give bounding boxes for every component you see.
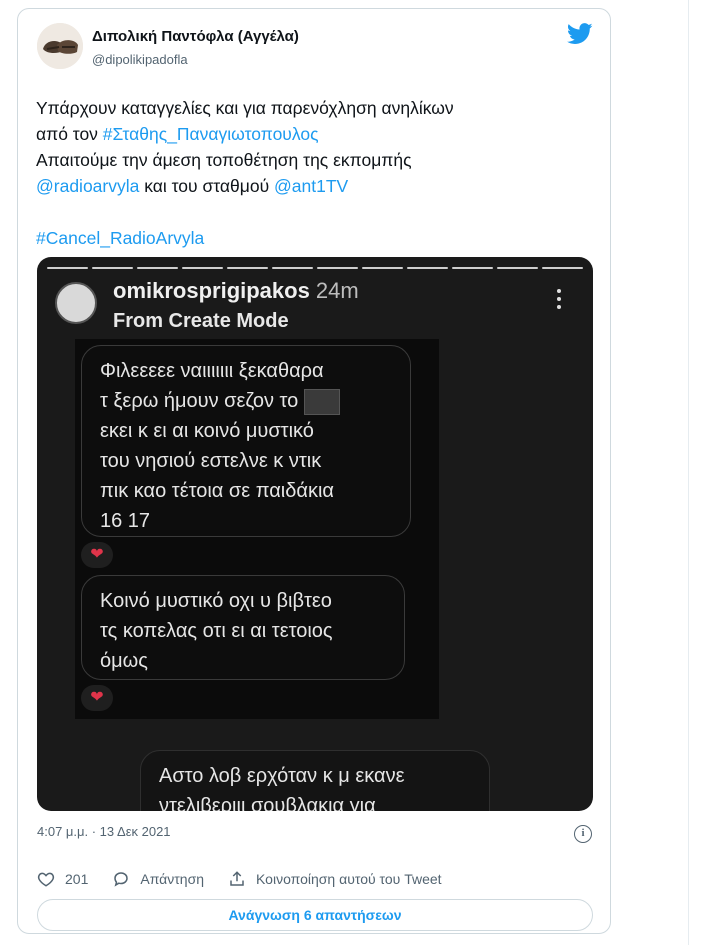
tweet-timestamp[interactable]: 4:07 μ.μ. · 13 Δεκ 2021 xyxy=(37,824,171,839)
mention-link[interactable]: @radioarvyla xyxy=(36,176,139,196)
reply-label: Απάντηση xyxy=(140,871,204,887)
tweet-text: Υπάρχουν καταγγελίες και για παρενόχληση… xyxy=(36,95,596,251)
story-screenshot-image[interactable]: omikrosprigipakos 24m From Create Mode Φι… xyxy=(37,257,593,811)
more-dots-icon xyxy=(555,289,563,313)
message-line: όμως xyxy=(100,650,148,672)
share-icon xyxy=(230,871,244,886)
tweet-text-line2: από τον xyxy=(36,124,103,144)
tweet-text-line3: Απαιτούμε την άμεση τοποθέτηση της εκπομ… xyxy=(36,150,412,170)
tweet-actions: 201 Απάντηση Κοινοποίηση αυτού του Tweet xyxy=(37,867,466,891)
tweet-card: Διπολική Παντόφλα (Αγγέλα) @dipolikipado… xyxy=(17,8,611,934)
tweet-line: Υπάρχουν καταγγελίες και για παρενόχληση… xyxy=(36,95,596,121)
message-line: εκει κ ει αι κοινό μυστικό xyxy=(100,420,314,442)
heart-reaction-icon: ❤ xyxy=(81,542,113,568)
heart-reaction-icon: ❤ xyxy=(81,685,113,711)
twitter-bird-icon[interactable] xyxy=(567,23,593,45)
tweet-line: @radioarvyla και του σταθμού @ant1TV xyxy=(36,173,596,199)
reply-button[interactable]: Απάντηση xyxy=(112,870,204,888)
read-replies-button[interactable]: Ανάγνωση 6 απαντήσεων xyxy=(37,899,593,931)
like-count: 201 xyxy=(65,871,89,887)
message-line: τς κοπελας οτι ει αι τετοιος xyxy=(100,620,333,642)
message-bubble: Κοινό μυστικό οχι υ βιβτεο τς κοπελας οτ… xyxy=(81,575,405,680)
heart-icon xyxy=(37,872,55,887)
story-time: 24m xyxy=(315,278,359,303)
message-line: του νησιού εστελνε κ ντικ xyxy=(100,450,322,472)
tweet-line: από τον #Σταθης_Παναγιωτοπουλος xyxy=(36,121,596,147)
like-button[interactable]: 201 xyxy=(37,870,88,888)
redacted-block xyxy=(303,388,340,415)
avatar[interactable] xyxy=(37,23,83,69)
message-line: ντελιβεριιι σουβλακια για xyxy=(159,795,376,811)
message-line: 16 17 xyxy=(100,510,151,532)
tweet-text-line1: Υπάρχουν καταγγελίες και για παρενόχληση… xyxy=(36,98,454,118)
message-line-text: τ ξερω ήμουν σεζον το xyxy=(100,390,299,412)
story-username: omikrosprigipakos 24m xyxy=(113,278,359,304)
hashtag-link[interactable]: #Σταθης_Παναγιωτοπουλος xyxy=(103,124,319,144)
reply-icon xyxy=(114,872,129,887)
message-bubble: Φιλεεεεε ναιιιιιιι ξεκαθαρα τ ξερω ήμουν… xyxy=(81,345,411,537)
message-line: πικ καο τέτοια σε παιδάκια xyxy=(100,480,334,502)
tweet-line: #Cancel_RadioArvyla xyxy=(36,225,596,251)
story-progress-bars xyxy=(47,267,583,269)
message-line: Φιλεεεεε ναιιιιιιι ξεκαθαρα xyxy=(100,360,324,382)
share-button[interactable]: Κοινοποίηση αυτού του Tweet xyxy=(228,870,442,888)
display-name[interactable]: Διπολική Παντόφλα (Αγγέλα) xyxy=(92,28,299,45)
story-avatar xyxy=(55,282,97,324)
message-line: Αστο λοβ ερχόταν κ μ εκανε xyxy=(159,765,405,787)
mention-link[interactable]: @ant1TV xyxy=(274,176,348,196)
hashtag-link[interactable]: #Cancel_RadioArvyla xyxy=(36,228,204,248)
tweet-line: Απαιτούμε την άμεση τοποθέτηση της εκπομ… xyxy=(36,147,596,173)
story-subtitle: From Create Mode xyxy=(113,310,289,332)
page-divider xyxy=(688,0,689,945)
message-bubble: Αστο λοβ ερχόταν κ μ εκανε ντελιβεριιι σ… xyxy=(140,750,490,811)
info-icon[interactable]: i xyxy=(574,825,592,843)
share-label: Κοινοποίηση αυτού του Tweet xyxy=(256,871,442,887)
message-line: Κοινό μυστικό οχι υ βιβτεο xyxy=(100,590,332,612)
story-username-text: omikrosprigipakos xyxy=(113,278,310,303)
tweet-blank-line xyxy=(36,199,596,225)
message-line: τ ξερω ήμουν σεζον το xyxy=(100,386,392,416)
user-handle[interactable]: @dipolikipadofla xyxy=(92,52,188,67)
tweet-text-line4: και του σταθμού xyxy=(139,176,275,196)
